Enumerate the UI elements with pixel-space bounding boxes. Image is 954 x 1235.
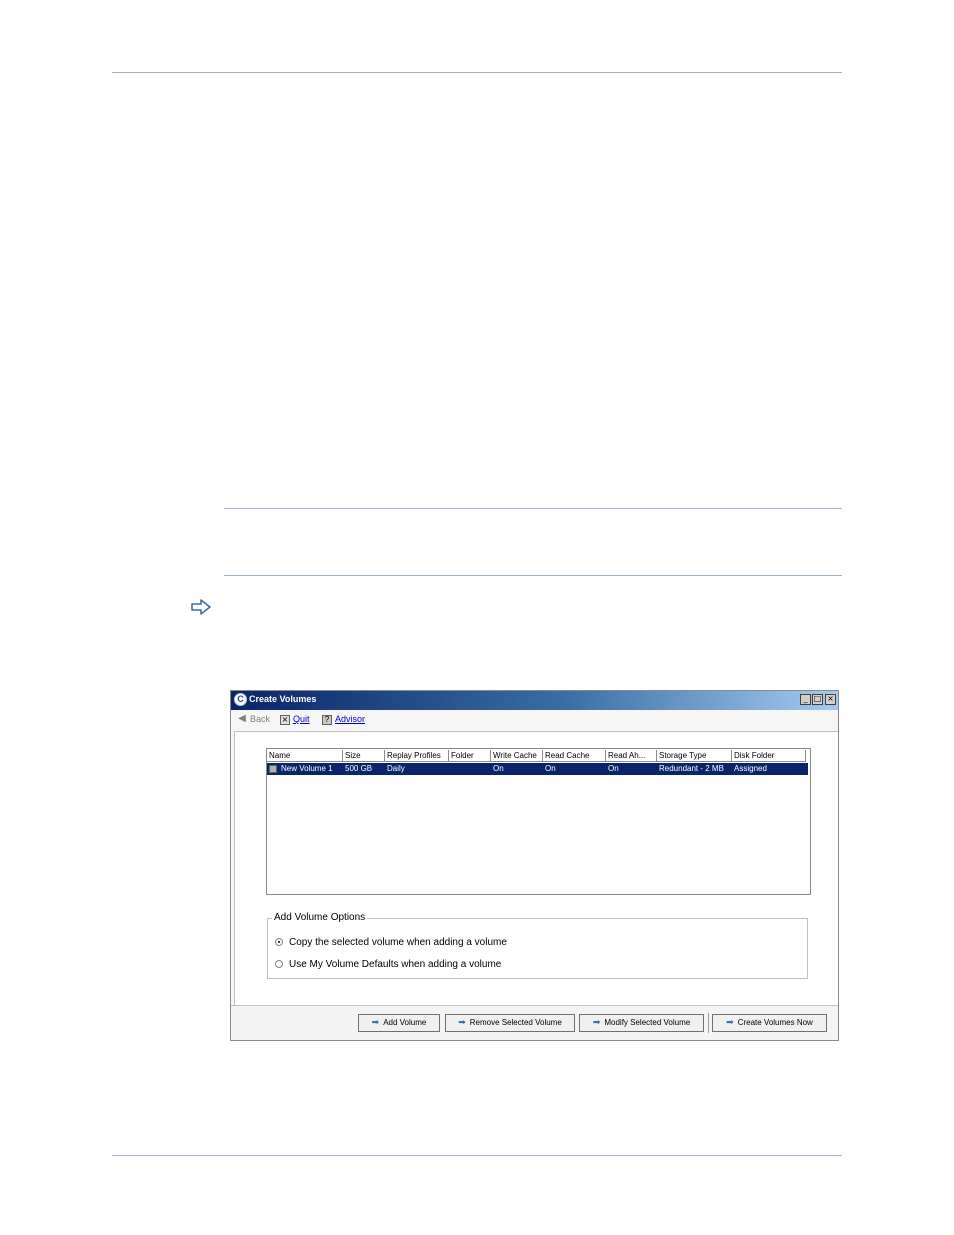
create-volumes-now-button[interactable]: ➡ Create Volumes Now: [712, 1014, 827, 1032]
column-header-storage-type[interactable]: Storage Type: [657, 750, 732, 762]
advisor-help-icon: ?: [322, 714, 332, 725]
column-header-disk-folder[interactable]: Disk Folder: [732, 750, 806, 762]
button-separator: [708, 1013, 709, 1033]
use-defaults-option[interactable]: Use My Volume Defaults when adding a vol…: [275, 958, 501, 972]
copy-selected-radio[interactable]: [275, 938, 283, 947]
back-arrow-icon: ◀: [238, 712, 246, 724]
options-legend: Add Volume Options: [272, 912, 368, 923]
arrow-right-icon: ➡: [592, 1018, 601, 1028]
use-defaults-radio[interactable]: [275, 960, 283, 969]
advisor-label: Advisor: [335, 714, 366, 724]
cell-write-cache: On: [493, 764, 504, 773]
column-header-replay-profiles[interactable]: Replay Profiles: [385, 750, 449, 762]
column-header-read-ahead[interactable]: Read Ah...: [606, 750, 657, 762]
quit-link[interactable]: × Quit: [280, 713, 310, 726]
note-bottom-rule: [224, 575, 842, 576]
copy-selected-option[interactable]: Copy the selected volume when adding a v…: [275, 936, 507, 950]
close-button[interactable]: ×: [825, 694, 836, 705]
toolbar: ◀ Back × Quit ? Advisor: [231, 710, 838, 729]
arrow-right-icon: ➡: [371, 1018, 380, 1028]
add-volume-options-group: Add Volume Options Copy the selected vol…: [267, 912, 808, 979]
arrow-right-icon: ➡: [726, 1018, 734, 1028]
use-defaults-label: Use My Volume Defaults when adding a vol…: [289, 959, 502, 970]
back-button[interactable]: ◀ Back: [237, 713, 270, 726]
table-header: Name Size Replay Profiles Folder Write C…: [267, 750, 806, 762]
dialog-title: Create Volumes: [249, 694, 317, 704]
table-row[interactable]: New Volume 1 500 GB Daily On On On Redun…: [267, 763, 808, 775]
cell-disk-folder: Assigned: [734, 764, 767, 773]
header-rule: [112, 72, 842, 73]
remove-selected-volume-button[interactable]: ➡ Remove Selected Volume: [445, 1014, 575, 1032]
advisor-link[interactable]: ? Advisor: [322, 713, 365, 726]
column-header-size[interactable]: Size: [343, 750, 385, 762]
note-top-rule: [224, 508, 842, 509]
minimize-button[interactable]: _: [800, 694, 811, 705]
column-header-write-cache[interactable]: Write Cache: [491, 750, 543, 762]
copy-selected-label: Copy the selected volume when adding a v…: [289, 937, 507, 948]
column-header-read-cache[interactable]: Read Cache: [543, 750, 606, 762]
cell-read-cache: On: [545, 764, 556, 773]
footer-rule: [112, 1155, 842, 1156]
app-logo-icon: C: [234, 693, 247, 706]
content-panel: Name Size Replay Profiles Folder Write C…: [234, 731, 838, 1005]
cell-name: New Volume 1: [267, 763, 343, 775]
quit-icon: ×: [280, 714, 290, 725]
cell-storage-type: Redundant - 2 MB: [659, 764, 724, 773]
maximize-button[interactable]: □: [812, 694, 823, 705]
cell-read-ahead: On: [608, 764, 619, 773]
cell-replay-profiles: Daily: [387, 764, 405, 773]
column-header-folder[interactable]: Folder: [449, 750, 491, 762]
modify-selected-volume-button[interactable]: ➡ Modify Selected Volume: [579, 1014, 704, 1032]
back-label: Back: [250, 714, 271, 724]
cell-size: 500 GB: [345, 764, 373, 773]
cell-folder: [449, 763, 491, 775]
create-volumes-dialog: C Create Volumes _ □ × ◀ Back × Quit ? Advi…: [230, 690, 839, 1041]
volumes-table[interactable]: Name Size Replay Profiles Folder Write C…: [266, 748, 811, 895]
quit-label: Quit: [293, 714, 310, 724]
button-bar: ➡ Add Volume ➡ Remove Selected Volume ➡ Mod…: [231, 1005, 838, 1040]
step-arrow-icon: [191, 599, 211, 615]
volume-icon: [269, 764, 277, 773]
add-volume-button[interactable]: ➡ Add Volume: [358, 1014, 440, 1032]
title-bar: C Create Volumes _ □ ×: [231, 691, 838, 710]
arrow-right-icon: ➡: [458, 1018, 466, 1028]
column-header-name[interactable]: Name: [267, 750, 343, 762]
